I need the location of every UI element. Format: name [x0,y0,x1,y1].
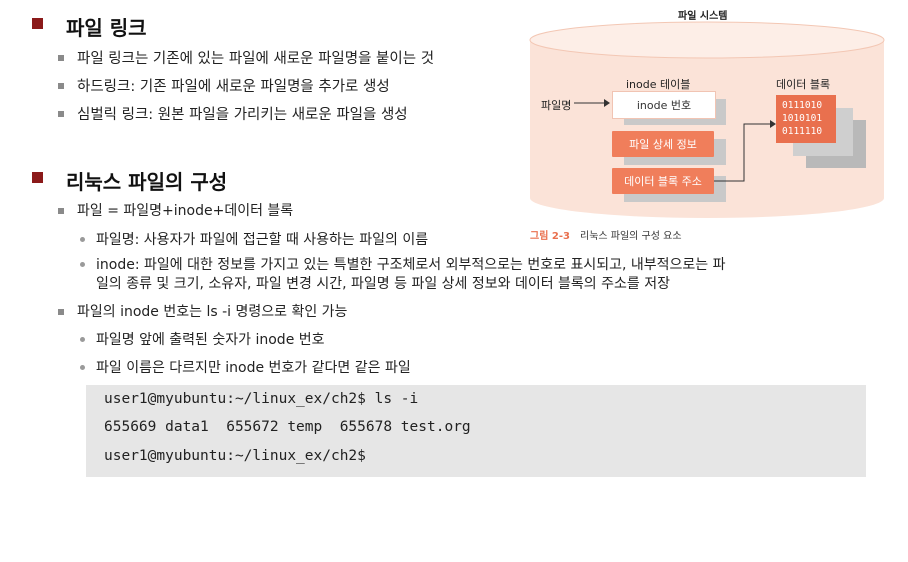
data-bits-line: 1010101 [782,113,823,124]
figure-caption-text: 리눅스 파일의 구성 요소 [580,231,682,242]
heading-square-icon [32,172,43,183]
data-bits-line: 0111010 [782,100,823,111]
section1-bullet-2: 하드링크: 기존 파일에 새로운 파일명을 추가로 생성 [77,79,390,95]
section1-title: 파일 링크 [66,16,147,40]
sub-item-same-file: 파일 이름은 다르지만 inode 번호가 같다면 같은 파일 [96,360,411,376]
terminal-code-block: user1@myubuntu:~/linux_ex/ch2$ ls -i 655… [86,385,866,477]
file-detail-box: 파일 상세 정보 [612,131,714,157]
bullet-dot-icon [80,365,85,370]
data-bits-line: 0111110 [782,126,823,137]
arrow-right-icon [574,99,610,107]
bullet-square-icon [58,55,64,61]
connector-arrow-icon [714,120,776,182]
block-address-box: 데이터 블록 주소 [612,168,714,194]
sub-item-inode-line2: 일의 종류 및 크기, 소유자, 파일 변경 시간, 파일명 등 파일 상세 정… [96,276,670,292]
bullet-square-icon [58,83,64,89]
bullet-square-icon [58,309,64,315]
inode-table-label: inode 테이블 [626,78,691,91]
bullet-dot-icon [80,337,85,342]
data-block: 0111010 1010101 0111110 [776,95,836,143]
bullet-dot-icon [80,237,85,242]
section1-bullet-1: 파일 링크는 기존에 있는 파일에 새로운 파일명을 붙이는 것 [77,51,435,67]
heading-square-icon [32,18,43,29]
code-line-3: user1@myubuntu:~/linux_ex/ch2$ [104,448,366,464]
filename-label: 파일명 [541,99,572,112]
data-block-label: 데이터 블록 [776,78,831,91]
inode-number-box: inode 번호 [612,91,716,119]
bullet-dot-icon [80,262,85,267]
bullet-square-icon [58,208,64,214]
figure-caption-number: 그림 2-3 [530,231,570,242]
section2-bullet-2: 파일의 inode 번호는 ls -i 명령으로 확인 가능 [77,304,348,320]
section2-title: 리눅스 파일의 구성 [66,170,228,194]
bullet-square-icon [58,111,64,117]
code-line-2: 655669 data1 655672 temp 655678 test.org [104,419,471,435]
sub-item-inode-number: 파일명 앞에 출력된 숫자가 inode 번호 [96,332,325,348]
section2-bullet-1: 파일 = 파일명+inode+데이터 블록 [77,203,294,219]
sub-item-filename: 파일명: 사용자가 파일에 접근할 때 사용하는 파일의 이름 [96,232,429,248]
code-line-1: user1@myubuntu:~/linux_ex/ch2$ ls -i [104,391,419,407]
sub-item-inode-line1: inode: 파일에 대한 정보를 가지고 있는 특별한 구조체로서 외부적으로… [96,257,726,273]
section1-bullet-3: 심벌릭 링크: 원본 파일을 가리키는 새로운 파일을 생성 [77,107,408,123]
